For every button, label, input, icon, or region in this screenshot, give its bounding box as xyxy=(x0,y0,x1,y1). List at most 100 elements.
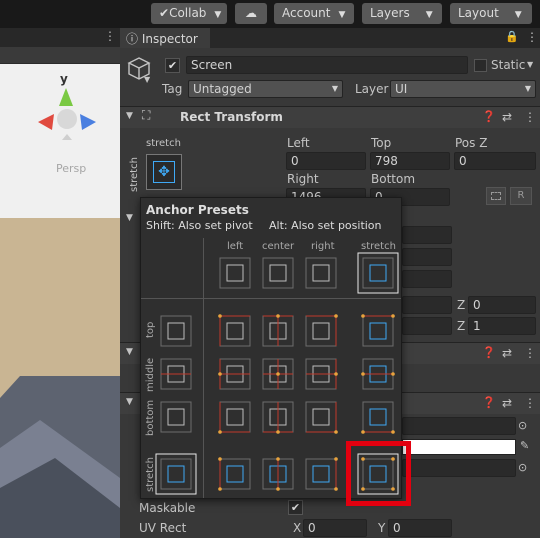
left-field[interactable]: 0 xyxy=(286,152,366,170)
color-field[interactable] xyxy=(402,439,516,455)
persp-label[interactable]: Persp xyxy=(56,162,86,175)
chevron-down-icon[interactable]: ▼ xyxy=(527,60,533,69)
row-bottom-button[interactable] xyxy=(160,401,192,433)
uv-x-label: X xyxy=(293,521,302,535)
preset-bottom-stretch[interactable] xyxy=(361,401,395,434)
axis-y-label: y xyxy=(60,72,68,86)
preset-top-right[interactable] xyxy=(305,314,338,347)
uv-y-field[interactable]: 0 xyxy=(388,519,452,537)
chevron-down-icon: ▼ xyxy=(338,10,346,20)
scale-z-field[interactable]: 1 xyxy=(468,317,536,335)
collab-button[interactable]: ✔Collab ▼ xyxy=(151,3,227,24)
hidden-field-4[interactable] xyxy=(402,296,452,314)
preset-stretch-right[interactable] xyxy=(305,457,338,491)
static-label: Static xyxy=(491,58,526,72)
more-icon[interactable]: ⋮ xyxy=(524,396,536,410)
help-icon[interactable]: ❓ xyxy=(482,396,496,409)
top-field[interactable]: 798 xyxy=(370,152,450,170)
chevron-down-icon[interactable]: ▼ xyxy=(126,347,133,357)
row-top-button[interactable] xyxy=(160,315,192,347)
cloud-button[interactable]: ☁ xyxy=(235,3,267,24)
material-field[interactable] xyxy=(402,459,516,477)
settings-sliders-icon[interactable]: ⇄ xyxy=(502,396,512,410)
rect-transform-icon: ⛶ xyxy=(142,108,151,122)
preset-bottom-center[interactable] xyxy=(262,401,294,434)
layers-label: Layers xyxy=(370,6,410,20)
info-icon: ⓘ xyxy=(126,32,139,46)
top-label: Top xyxy=(371,136,392,150)
source-image-field[interactable] xyxy=(402,417,516,435)
preset-none-center[interactable] xyxy=(262,257,294,289)
help-icon[interactable]: ❓ xyxy=(482,346,496,359)
preset-middle-right[interactable] xyxy=(305,358,338,390)
maskable-checkbox[interactable]: ✔ xyxy=(288,500,303,515)
scene-view[interactable]: ⋮ 🔒 y Persp xyxy=(0,28,120,538)
uv-x-field[interactable]: 0 xyxy=(303,519,367,537)
chevron-down-icon: ▼ xyxy=(331,84,338,93)
preset-none-right[interactable] xyxy=(305,257,337,289)
chevron-down-icon: ▼ xyxy=(524,84,531,93)
lock-icon[interactable]: 🔒 xyxy=(505,30,519,43)
object-name-field[interactable]: Screen xyxy=(186,56,468,74)
active-checkbox[interactable]: ✔ xyxy=(165,58,180,73)
account-dropdown[interactable]: Account ▼ xyxy=(274,3,354,24)
preset-middle-center[interactable] xyxy=(262,358,294,390)
chevron-down-icon: ▼ xyxy=(514,10,522,20)
row-stretch-button[interactable] xyxy=(155,453,197,495)
hidden-field-3[interactable] xyxy=(402,270,452,288)
chevron-down-icon[interactable]: ▼ xyxy=(126,397,133,407)
settings-sliders-icon[interactable]: ⇄ xyxy=(502,110,512,124)
settings-sliders-icon[interactable]: ⇄ xyxy=(502,346,512,360)
layer-value: UI xyxy=(395,82,408,96)
maskable-label: Maskable xyxy=(139,501,196,515)
rect-transform-title: Rect Transform xyxy=(180,110,283,124)
chevron-down-icon[interactable]: ▼ xyxy=(144,75,150,84)
tab-inspector[interactable]: ⓘ Inspector xyxy=(120,28,210,48)
eyedropper-icon[interactable]: ✎ xyxy=(520,439,529,452)
z-label: Z xyxy=(457,319,466,333)
z-label: Z xyxy=(457,298,466,312)
bottom-label: Bottom xyxy=(371,172,416,186)
chevron-down-icon: ▼ xyxy=(214,10,222,20)
layers-dropdown[interactable]: Layers ▼ xyxy=(362,3,442,24)
posz-field[interactable]: 0 xyxy=(454,152,536,170)
layer-dropdown[interactable]: UI ▼ xyxy=(390,80,536,98)
layer-label: Layer xyxy=(355,82,389,96)
scene-stairs xyxy=(0,376,120,538)
raw-edit-button[interactable]: R xyxy=(510,187,532,205)
hidden-field-1[interactable] xyxy=(402,226,452,244)
preset-bottom-right[interactable] xyxy=(305,401,338,434)
preset-none-stretch[interactable] xyxy=(357,252,399,294)
scene-gizmo[interactable] xyxy=(36,86,98,142)
blueprint-icon xyxy=(491,192,501,200)
account-label: Account xyxy=(282,6,331,20)
more-icon[interactable]: ⋮ xyxy=(526,30,538,44)
preset-middle-stretch[interactable] xyxy=(361,358,395,390)
layout-dropdown[interactable]: Layout ▼ xyxy=(450,3,532,24)
preset-bottom-left[interactable] xyxy=(218,401,251,434)
object-picker-icon[interactable]: ⊙ xyxy=(518,461,527,474)
more-icon[interactable]: ⋮ xyxy=(524,110,536,124)
preset-stretch-left[interactable] xyxy=(218,457,251,491)
anchor-stretch-label: stretch xyxy=(146,138,181,149)
hidden-field-2[interactable] xyxy=(402,248,452,266)
static-checkbox[interactable] xyxy=(474,59,487,72)
tag-dropdown[interactable]: Untagged ▼ xyxy=(188,80,343,98)
chevron-down-icon[interactable]: ▼ xyxy=(126,111,133,121)
anchor-presets-button[interactable]: ✥ xyxy=(146,154,182,190)
more-icon[interactable]: ⋮ xyxy=(524,346,536,360)
preset-none-left[interactable] xyxy=(219,257,251,289)
preset-top-stretch[interactable] xyxy=(361,314,395,347)
row-middle-button[interactable] xyxy=(160,358,192,390)
preset-top-center[interactable] xyxy=(262,314,294,347)
posz-label: Pos Z xyxy=(455,136,488,150)
preset-middle-left[interactable] xyxy=(218,358,251,390)
rotation-z-field[interactable]: 0 xyxy=(468,296,536,314)
object-picker-icon[interactable]: ⊙ xyxy=(518,419,527,432)
help-icon[interactable]: ❓ xyxy=(482,110,496,123)
preset-top-left[interactable] xyxy=(218,314,251,347)
hidden-field-5[interactable] xyxy=(402,317,452,335)
blueprint-mode-button[interactable] xyxy=(486,187,506,205)
preset-stretch-center[interactable] xyxy=(262,457,294,491)
more-icon[interactable]: ⋮ xyxy=(104,29,116,43)
